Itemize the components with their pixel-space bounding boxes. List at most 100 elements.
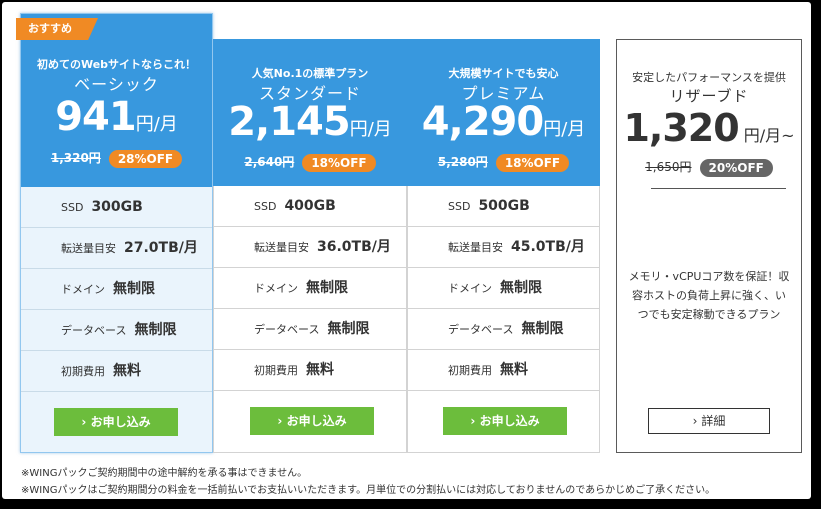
- plan-tagline: 人気No.1の標準プラン: [251, 67, 369, 80]
- spec-row-ssd: SSD 300GB: [21, 187, 212, 228]
- spec-value: 無料: [500, 362, 528, 378]
- price-unit: 円/月: [135, 114, 178, 135]
- plan-header: 大規模サイトでも安心 プレミアム 4,290円/月 5,280円 18%OFF: [407, 39, 600, 186]
- spec-row-domain: ドメイン 無制限: [408, 268, 599, 309]
- spec-value: 500GB: [478, 198, 530, 214]
- spec-label: データベース: [254, 323, 320, 336]
- spec-list: SSD 300GB 転送量目安 27.0TB/月 ドメイン 無制限 データベース 無制限…: [21, 187, 212, 392]
- spec-row-database: データベース 無制限: [21, 310, 212, 351]
- detail-label: 詳細: [701, 414, 726, 428]
- pricing-panel: おすすめ 初めてのWebサイトならこれ！ ベーシック 941円/月 1,320円…: [2, 2, 811, 499]
- discount-info: 1,650円 20%OFF: [617, 158, 801, 177]
- apply-button-standard[interactable]: › お申し込み: [250, 407, 374, 435]
- plan-tagline: 安定したパフォーマンスを提供: [632, 71, 786, 84]
- spec-value: 無制限: [500, 280, 542, 296]
- plan-price: 2,145円/月: [213, 99, 407, 145]
- spec-value: 36.0TB/月: [317, 239, 391, 255]
- price-amount: 4,290: [421, 99, 545, 145]
- spec-list: SSD 500GB 転送量目安 45.0TB/月 ドメイン 無制限 データベース 無制限…: [408, 186, 599, 391]
- plan-card-basic: おすすめ 初めてのWebサイトならこれ！ ベーシック 941円/月 1,320円…: [16, 13, 213, 453]
- price-unit: 円/月~: [743, 126, 795, 145]
- spec-value: 無制限: [521, 321, 564, 337]
- spec-label: SSD: [254, 200, 277, 213]
- spec-label: 転送量目安: [448, 241, 503, 254]
- spec-value: 無制限: [134, 322, 177, 338]
- apply-label: お申し込み: [90, 415, 151, 429]
- old-price: 2,640円: [244, 155, 295, 169]
- apply-button-basic[interactable]: › お申し込み: [54, 408, 178, 436]
- spec-row-setup-fee: 初期費用 無料: [408, 350, 599, 391]
- plan-price: 4,290円/月: [407, 99, 600, 145]
- spec-label: 初期費用: [61, 365, 105, 378]
- plan-description: メモリ・vCPUコア数を保証！収容ホストの負荷上昇に強く、いつでも安定稼動できる…: [628, 270, 790, 321]
- spec-row-ssd: SSD 400GB: [214, 186, 406, 227]
- spec-value: 無制限: [327, 321, 370, 337]
- spec-label: ドメイン: [61, 283, 105, 296]
- plan-tagline: 初めてのWebサイトならこれ！: [36, 58, 197, 71]
- chevron-right-icon: ›: [470, 414, 476, 428]
- chevron-right-icon: ›: [81, 415, 87, 429]
- old-price: 5,280円: [437, 155, 488, 169]
- discount-badge: 20%OFF: [699, 158, 773, 177]
- spec-row-transfer: 転送量目安 36.0TB/月: [214, 227, 406, 268]
- spec-row-ssd: SSD 500GB: [408, 186, 599, 227]
- footnote-prepayment: ※WINGパックはご契約期間分の料金を一括前払いでお支払いいただきます。月単位で…: [21, 485, 716, 496]
- detail-button[interactable]: › 詳細: [648, 408, 770, 434]
- chevron-right-icon: ›: [692, 414, 698, 428]
- spec-label: SSD: [61, 201, 84, 214]
- spec-value: 45.0TB/月: [511, 239, 585, 255]
- old-price: 1,650円: [645, 160, 692, 174]
- spec-label: SSD: [448, 200, 471, 213]
- plan-price: 941円/月: [21, 94, 212, 140]
- spec-row-transfer: 転送量目安 45.0TB/月: [408, 227, 599, 268]
- plan-name: リザーブド: [669, 87, 749, 105]
- price-amount: 1,320: [623, 106, 739, 150]
- spec-row-database: データベース 無制限: [214, 309, 406, 350]
- spec-row-domain: ドメイン 無制限: [21, 269, 212, 310]
- apply-label: お申し込み: [479, 414, 540, 428]
- spec-label: ドメイン: [448, 282, 492, 295]
- spec-row-database: データベース 無制限: [408, 309, 599, 350]
- discount-badge: 18%OFF: [495, 153, 570, 172]
- spec-label: データベース: [448, 323, 514, 336]
- discount-badge: 28%OFF: [108, 149, 183, 168]
- price-amount: 941: [55, 94, 136, 140]
- price-amount: 2,145: [228, 99, 351, 145]
- price-unit: 円/月: [543, 119, 586, 140]
- spec-row-transfer: 転送量目安 27.0TB/月: [21, 228, 212, 269]
- spec-value: 27.0TB/月: [124, 240, 198, 256]
- footnote-cancellation: ※WINGパックご契約期間中の途中解約を承る事はできません。: [21, 468, 308, 479]
- spec-value: 無制限: [306, 280, 348, 296]
- plan-price: 1,320 円/月~: [617, 106, 801, 150]
- price-unit: 円/月: [349, 119, 392, 140]
- spec-value: 無料: [306, 362, 334, 378]
- spec-label: 転送量目安: [254, 241, 309, 254]
- spec-label: データベース: [61, 324, 127, 337]
- spec-label: ドメイン: [254, 282, 298, 295]
- plan-tagline: 大規模サイトでも安心: [448, 67, 559, 80]
- plan-name: ベーシック: [74, 75, 159, 94]
- spec-row-setup-fee: 初期費用 無料: [21, 351, 212, 392]
- spec-list: SSD 400GB 転送量目安 36.0TB/月 ドメイン 無制限 データベース 無制限…: [214, 186, 406, 391]
- apply-label: お申し込み: [286, 414, 347, 428]
- recommended-badge: おすすめ: [16, 18, 98, 40]
- plan-header: 人気No.1の標準プラン スタンダード 2,145円/月 2,640円 18%OF…: [213, 39, 407, 186]
- spec-value: 300GB: [91, 199, 143, 215]
- spec-row-domain: ドメイン 無制限: [214, 268, 406, 309]
- discount-info: 1,320円 28%OFF: [21, 149, 212, 168]
- spec-label: 転送量目安: [61, 242, 116, 255]
- spec-label: 初期費用: [254, 364, 298, 377]
- plan-card-standard: 人気No.1の標準プラン スタンダード 2,145円/月 2,640円 18%OF…: [213, 39, 407, 453]
- spec-value: 400GB: [284, 198, 336, 214]
- apply-button-premium[interactable]: › お申し込み: [443, 407, 567, 435]
- spec-label: 初期費用: [448, 364, 492, 377]
- old-price: 1,320円: [50, 151, 101, 165]
- plan-card-reserved: 安定したパフォーマンスを提供 リザーブド 1,320 円/月~ 1,650円 20…: [616, 39, 802, 453]
- discount-badge: 18%OFF: [302, 153, 376, 172]
- discount-info: 5,280円 18%OFF: [407, 153, 600, 172]
- plan-header: おすすめ 初めてのWebサイトならこれ！ ベーシック 941円/月 1,320円…: [16, 14, 212, 187]
- spec-value: 無制限: [113, 281, 155, 297]
- plan-card-premium: 大規模サイトでも安心 プレミアム 4,290円/月 5,280円 18%OFF S…: [407, 39, 600, 453]
- spec-value: 無料: [113, 363, 141, 379]
- spec-row-setup-fee: 初期費用 無料: [214, 350, 406, 391]
